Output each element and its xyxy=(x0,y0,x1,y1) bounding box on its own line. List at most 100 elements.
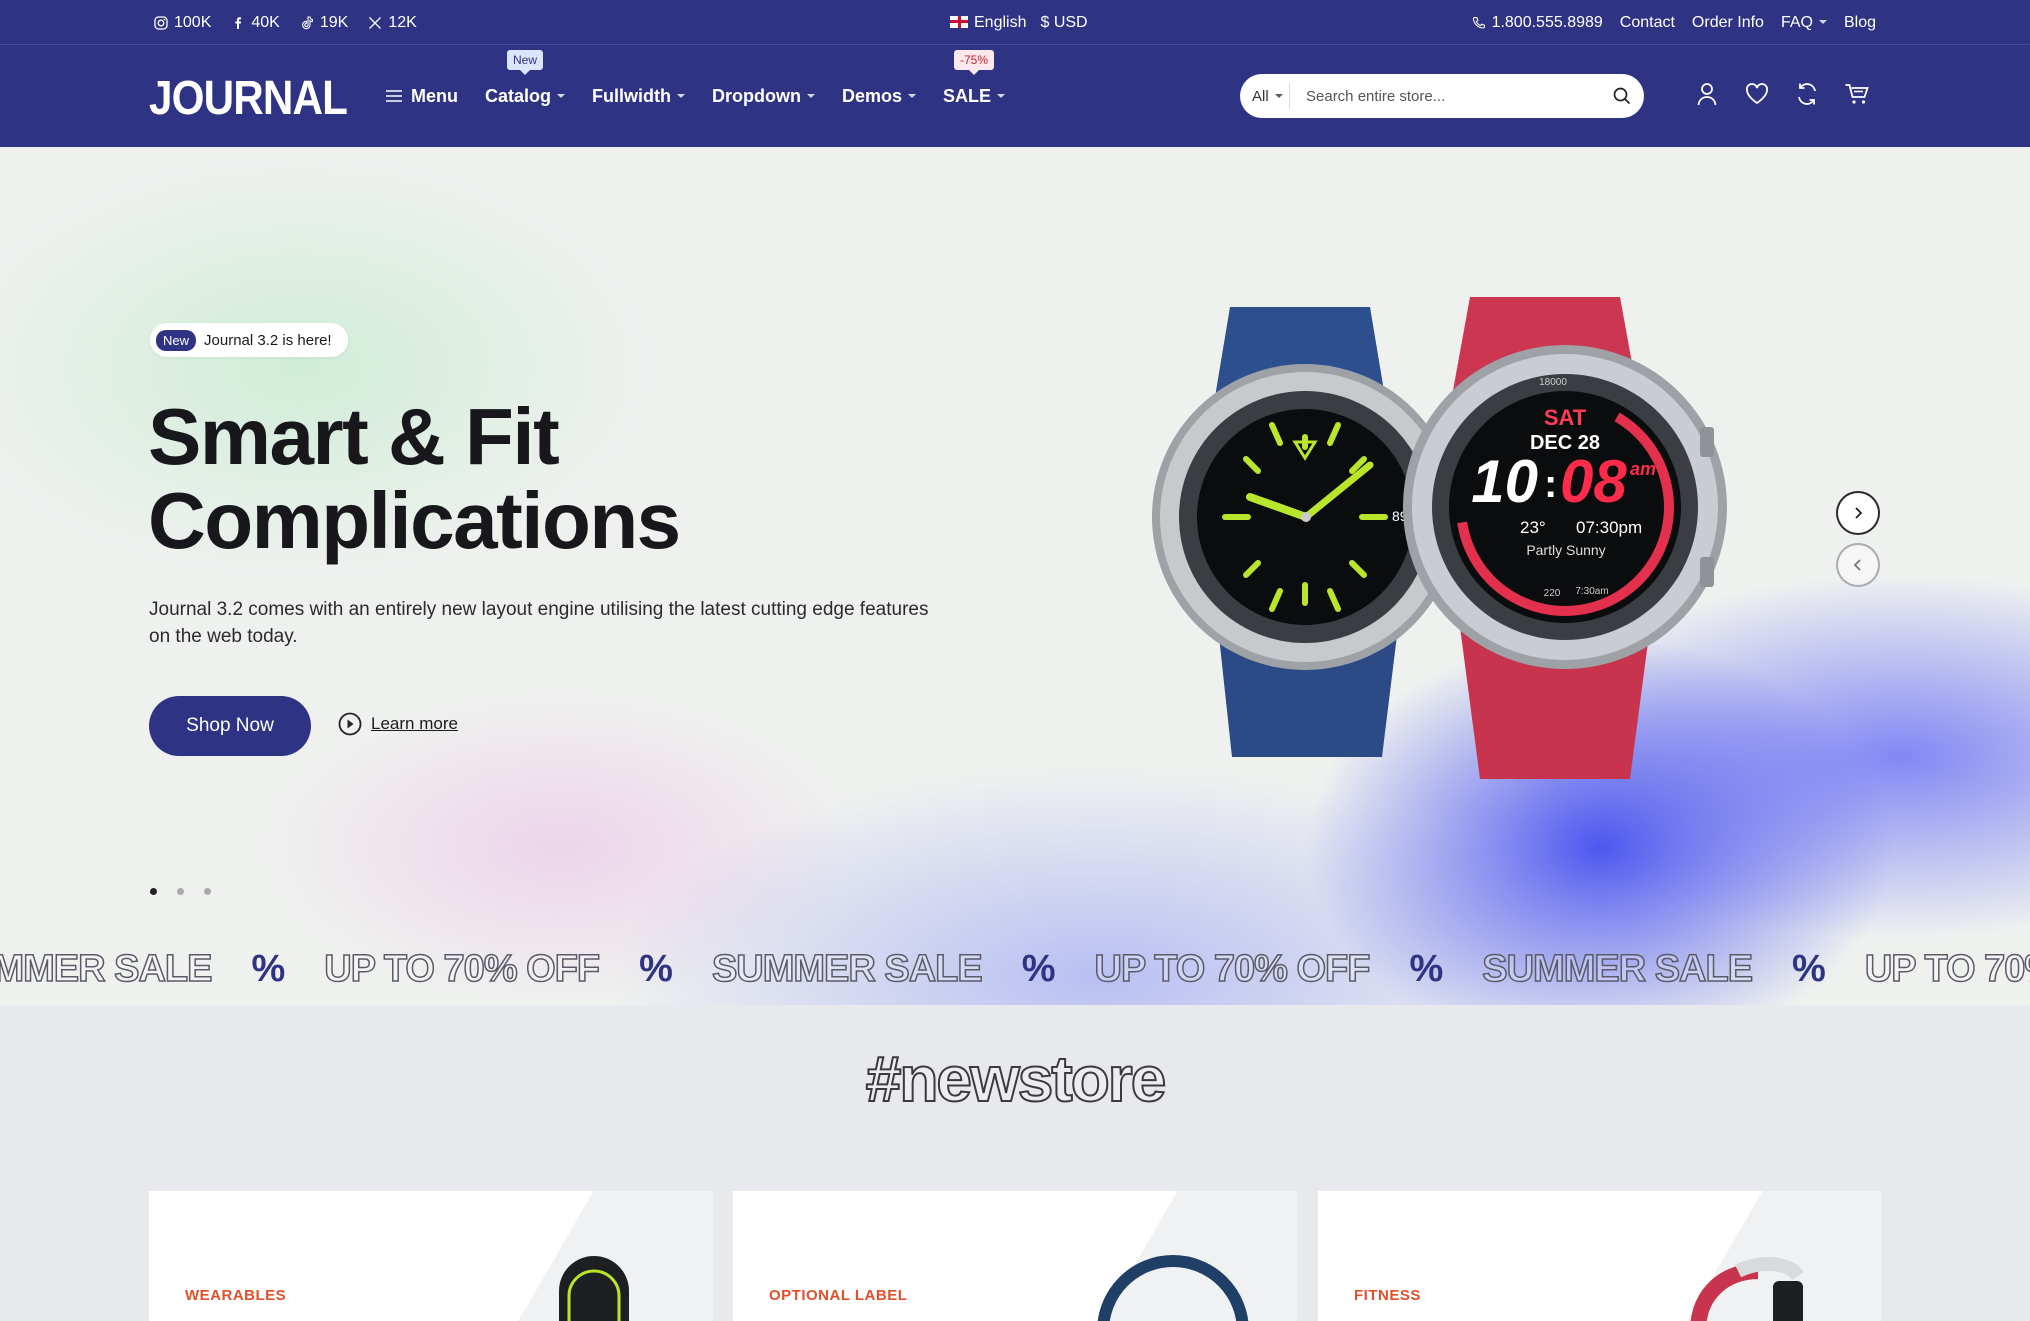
slider-dot[interactable] xyxy=(150,888,157,895)
smartwatch-image: 89 SAT DEC 28 10 : 08 am 23° 07:30pm Par… xyxy=(1152,297,1727,779)
locale-switcher: English $ USD xyxy=(950,0,1088,45)
cart-button[interactable] xyxy=(1844,81,1870,112)
nav-dropdown[interactable]: Dropdown xyxy=(712,86,815,107)
instagram-link[interactable]: 100K xyxy=(154,14,211,32)
watch-day: SAT xyxy=(1544,405,1587,430)
category-card-wearables[interactable]: WEARABLES xyxy=(149,1191,713,1321)
search-button[interactable] xyxy=(1600,74,1644,118)
phone-number: 1.800.555.8989 xyxy=(1491,13,1603,31)
slider-prev-button[interactable] xyxy=(1836,543,1880,587)
hero-description: Journal 3.2 comes with an entirely new l… xyxy=(149,599,929,647)
tiktok-link[interactable]: 19K xyxy=(300,14,348,32)
order-info-link[interactable]: Order Info xyxy=(1692,14,1764,32)
currency-label: $ USD xyxy=(1040,13,1088,31)
x-count: 12K xyxy=(388,13,417,31)
top-bar: 100K 40K 19K 12K English $ USD 1.800.555… xyxy=(0,0,2030,45)
header-actions xyxy=(1694,45,1870,147)
watch-sunset: 07:30pm xyxy=(1576,518,1642,537)
nav-menu[interactable]: Menu xyxy=(384,86,458,107)
phone-link[interactable]: 1.800.555.8989 xyxy=(1472,14,1603,32)
compare-icon xyxy=(1798,82,1816,105)
slider-dot[interactable] xyxy=(204,888,211,895)
uk-flag-icon xyxy=(950,15,968,28)
discount-badge: -75% xyxy=(954,49,995,75)
top-links: 1.800.555.8989 Contact Order Info FAQ Bl… xyxy=(1472,0,1876,45)
search-input[interactable] xyxy=(1290,87,1600,105)
faq-label: FAQ xyxy=(1780,13,1813,31)
card-label: WEARABLES xyxy=(185,1287,287,1304)
pill-text: Journal 3.2 is here! xyxy=(204,331,332,349)
search-bar: All xyxy=(1240,74,1644,118)
main-nav: Menu New Catalog Fullwidth Dropdown Demo… xyxy=(384,45,1006,147)
search-category-select[interactable]: All xyxy=(1240,83,1290,109)
chevron-right-icon xyxy=(1855,507,1863,519)
blog-link[interactable]: Blog xyxy=(1844,14,1876,32)
slider-dot[interactable] xyxy=(177,888,184,895)
nav-menu-label: Menu xyxy=(411,85,458,106)
logo[interactable]: JOURNAL xyxy=(149,71,348,126)
card-label: FITNESS xyxy=(1354,1287,1421,1304)
watch-hour: 10 xyxy=(1471,448,1538,515)
hero-title: Smart & Fit Complications xyxy=(148,392,681,563)
chevron-down-icon xyxy=(1274,94,1283,98)
promo-marquee: UMMER SALE % UP TO 70% OFF % SUMMER SALE… xyxy=(0,937,2030,1001)
wishlist-button[interactable] xyxy=(1744,81,1770,112)
language-selector[interactable]: English xyxy=(950,14,1026,32)
faq-dropdown[interactable]: FAQ xyxy=(1781,14,1827,32)
nav-fullwidth[interactable]: Fullwidth xyxy=(592,86,685,107)
account-button[interactable] xyxy=(1694,81,1720,112)
nav-dropdown-label: Dropdown xyxy=(712,85,801,106)
chevron-down-icon xyxy=(1818,19,1827,24)
search-category-label: All xyxy=(1252,87,1269,105)
announcement-pill[interactable]: New Journal 3.2 is here! xyxy=(150,323,348,357)
marquee-separator: % xyxy=(1792,947,1826,990)
compare-button[interactable] xyxy=(1794,81,1820,112)
watch-ampm: am xyxy=(1630,459,1656,479)
chevron-down-icon xyxy=(677,94,685,98)
category-card-fitness[interactable]: FITNESS xyxy=(1318,1191,1882,1321)
tiktok-count: 19K xyxy=(319,13,349,31)
fitness-band-icon xyxy=(1690,1257,1804,1321)
marquee-text: SUMMER SALE xyxy=(1482,947,1754,991)
marquee-separator: % xyxy=(251,947,285,990)
instagram-count: 100K xyxy=(174,13,212,31)
watch-steps: 18000 xyxy=(1539,377,1567,388)
new-badge: New xyxy=(506,49,544,75)
slider-next-button[interactable] xyxy=(1836,491,1880,535)
currency-selector[interactable]: $ USD xyxy=(1040,14,1087,32)
main-header: JOURNAL Menu New Catalog Fullwidth Dropd… xyxy=(0,45,2030,147)
marquee-separator: % xyxy=(1409,947,1443,990)
facebook-icon xyxy=(235,16,242,29)
x-link[interactable]: 12K xyxy=(368,13,417,32)
search-icon xyxy=(1613,87,1631,105)
hero-title-line1: Smart & Fit xyxy=(148,392,560,481)
hero-slider: New Journal 3.2 is here! Smart & Fit Com… xyxy=(0,147,2030,1005)
category-card-optional[interactable]: OPTIONAL LABEL xyxy=(733,1191,1297,1321)
watch-band-icon xyxy=(1097,1255,1249,1321)
watch-minute: 08 xyxy=(1560,448,1627,515)
facebook-link[interactable]: 40K xyxy=(231,13,280,32)
watch-temp: 23° xyxy=(1520,518,1546,537)
fitness-watch-icon xyxy=(559,1256,629,1321)
nav-demos[interactable]: Demos xyxy=(842,86,917,107)
learn-more-label: Learn more xyxy=(371,714,458,733)
marquee-text: UP TO 70% OFF xyxy=(1094,947,1371,991)
learn-more-link[interactable]: Learn more xyxy=(338,712,458,736)
phone-icon xyxy=(1472,16,1485,29)
contact-link[interactable]: Contact xyxy=(1620,14,1675,32)
facebook-count: 40K xyxy=(251,13,280,31)
nav-sale[interactable]: -75% SALE xyxy=(943,49,1006,107)
marquee-text: UP TO 70% OFF xyxy=(324,947,601,991)
shop-now-button[interactable]: Shop Now xyxy=(149,696,311,756)
nav-catalog[interactable]: New Catalog xyxy=(485,49,566,107)
chevron-left-icon xyxy=(1853,559,1861,571)
marquee-separator: % xyxy=(1021,947,1056,990)
nav-catalog-label: Catalog xyxy=(485,85,552,106)
watch-calories: 220 xyxy=(1544,588,1561,599)
marquee-text: UMMER SALE xyxy=(0,947,213,991)
marquee-separator: % xyxy=(639,947,673,990)
svg-text::: : xyxy=(1544,462,1557,506)
account-icon xyxy=(1697,82,1717,105)
chevron-down-icon xyxy=(806,94,815,98)
marquee-text: SUMMER SALE xyxy=(711,947,983,991)
